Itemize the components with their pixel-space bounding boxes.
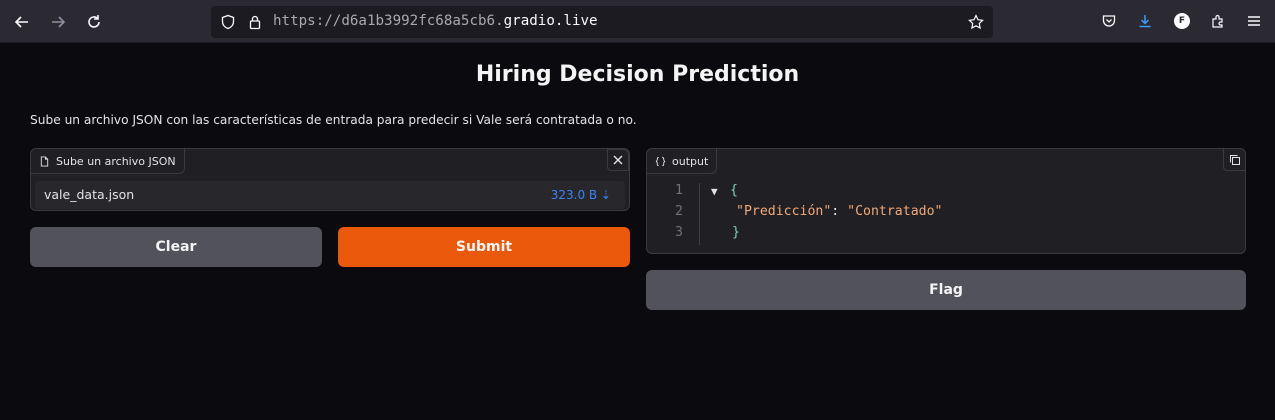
flag-button[interactable]: Flag	[646, 270, 1246, 310]
output-label: output	[647, 149, 718, 174]
output-json-panel: output 1 ▼ { 2 "Predicción": "Contratado…	[646, 148, 1246, 254]
json-open-brace: {	[730, 183, 738, 198]
copy-icon	[1229, 154, 1240, 165]
clear-button[interactable]: Clear	[30, 227, 322, 267]
code-line: 3 }	[647, 225, 1245, 246]
pocket-icon[interactable]	[1099, 11, 1119, 31]
json-value: "Contratado"	[847, 204, 943, 219]
json-entry: "Predicción": "Contratado"	[736, 204, 942, 219]
reload-icon[interactable]	[82, 10, 106, 34]
shield-icon[interactable]	[220, 14, 236, 30]
json-colon: :	[831, 204, 848, 219]
file-size-download-link[interactable]: 323.0 B ⇣	[551, 188, 611, 202]
line-number: 2	[675, 204, 683, 219]
braces-icon	[655, 156, 666, 166]
back-icon[interactable]	[10, 10, 34, 34]
file-upload-panel: Sube un archivo JSON vale_data.json 323.…	[30, 148, 630, 211]
url-text[interactable]: https://d6a1b3992fc68a5cb6.gradio.live	[273, 13, 598, 29]
file-upload-label: Sube un archivo JSON	[31, 149, 185, 174]
forward-icon[interactable]	[46, 10, 70, 34]
browser-toolbar: https://d6a1b3992fc68a5cb6.gradio.live F	[0, 0, 1275, 43]
bookmark-star-icon[interactable]	[968, 14, 984, 30]
menu-icon[interactable]	[1244, 11, 1264, 31]
page-title: Hiring Decision Prediction	[475, 62, 800, 87]
page-description: Sube un archivo JSON con las característ…	[30, 113, 637, 127]
uploaded-file-row: vale_data.json 323.0 B ⇣	[35, 181, 625, 209]
code-line: 2 "Predicción": "Contratado"	[647, 204, 1245, 225]
code-line: 1 ▼ {	[647, 183, 1245, 204]
profile-avatar-icon[interactable]: F	[1172, 11, 1192, 31]
extensions-icon[interactable]	[1208, 11, 1228, 31]
file-name: vale_data.json	[44, 187, 135, 202]
collapse-toggle-icon[interactable]: ▼	[711, 185, 718, 198]
json-close-brace: }	[732, 225, 740, 240]
close-icon	[613, 155, 623, 165]
submit-button[interactable]: Submit	[338, 227, 630, 267]
line-number: 1	[675, 183, 683, 198]
line-number: 3	[675, 225, 683, 240]
downloads-icon[interactable]	[1135, 11, 1155, 31]
file-icon	[40, 155, 49, 167]
copy-button[interactable]	[1223, 149, 1245, 171]
json-key: "Predicción"	[736, 204, 832, 219]
clear-file-button[interactable]	[607, 149, 629, 171]
lock-icon[interactable]	[247, 14, 263, 30]
url-bar[interactable]: https://d6a1b3992fc68a5cb6.gradio.live	[211, 6, 993, 38]
